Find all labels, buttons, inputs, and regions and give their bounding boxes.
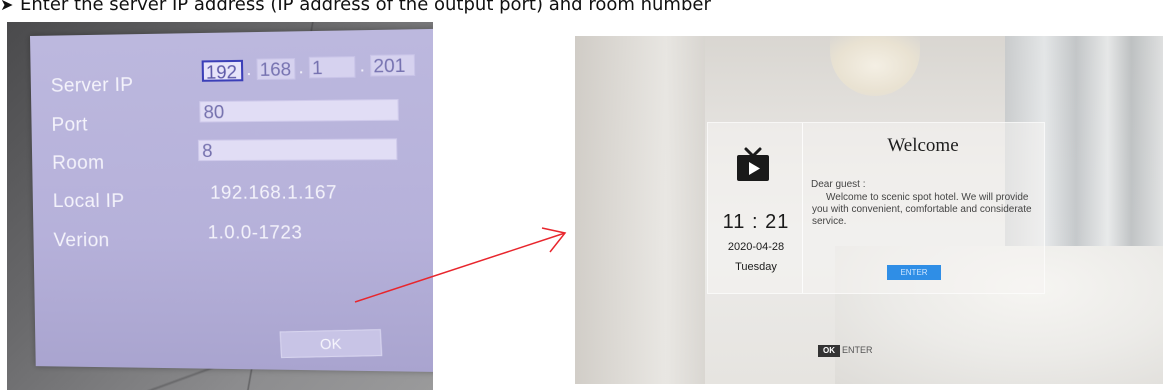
settings-dialog: Server IP 192 . 168 . 1 . 201 Port 80 Ro… [30,28,433,373]
server-ip-octet-4[interactable]: 201 [369,54,416,77]
tv-icon [737,147,769,181]
port-label: Port [51,114,88,136]
greeting-text: Dear guest : [811,179,866,190]
hint-text: ENTER [842,345,873,355]
current-date: 2020-04-28 [727,241,785,253]
server-ip-octet-3[interactable]: 1 [308,56,356,79]
panel-divider [802,123,803,293]
room-field[interactable]: 8 [197,138,398,162]
settings-photo: Server IP 192 . 168 . 1 . 201 Port 80 Ro… [7,22,433,390]
welcome-message: Welcome to scenic spot hotel. We will pr… [812,192,1032,227]
arrow-head [541,227,567,253]
welcome-panel: 11 : 21 2020-04-28 Tuesday Welcome Dear … [707,122,1045,294]
ip-separator: . [298,56,304,78]
lamp-background [830,36,920,96]
current-weekday: Tuesday [735,261,777,273]
room-label: Room [52,152,105,174]
arrow-bullet-icon: ➤ [0,0,14,14]
version-label: Verion [53,230,110,252]
enter-button[interactable]: ENTER [887,265,941,280]
server-ip-label: Server IP [50,74,134,97]
ip-separator: . [359,54,366,76]
instruction-line: ➤ Enter the server IP address (IP address… [0,0,711,18]
ok-button[interactable]: OK [279,329,383,359]
server-ip-octet-2[interactable]: 168 [256,58,296,81]
welcome-title: Welcome [887,135,959,156]
ip-separator: . [246,58,252,80]
curtain-background [575,36,705,384]
instruction-text: Enter the server IP address (IP address … [20,0,711,15]
version-value: 1.0.0-1723 [207,222,303,243]
server-ip-octet-1[interactable]: 192 [201,59,244,83]
local-ip-label: Local IP [52,190,125,213]
clock-time: 11 : 21 [722,211,790,233]
welcome-photo: 11 : 21 2020-04-28 Tuesday Welcome Dear … [575,36,1163,384]
port-field[interactable]: 80 [199,98,399,123]
ok-key-icon: OK [818,345,840,357]
remote-hint: OK ENTER [818,345,873,357]
local-ip-value: 192.168.1.167 [209,182,338,203]
